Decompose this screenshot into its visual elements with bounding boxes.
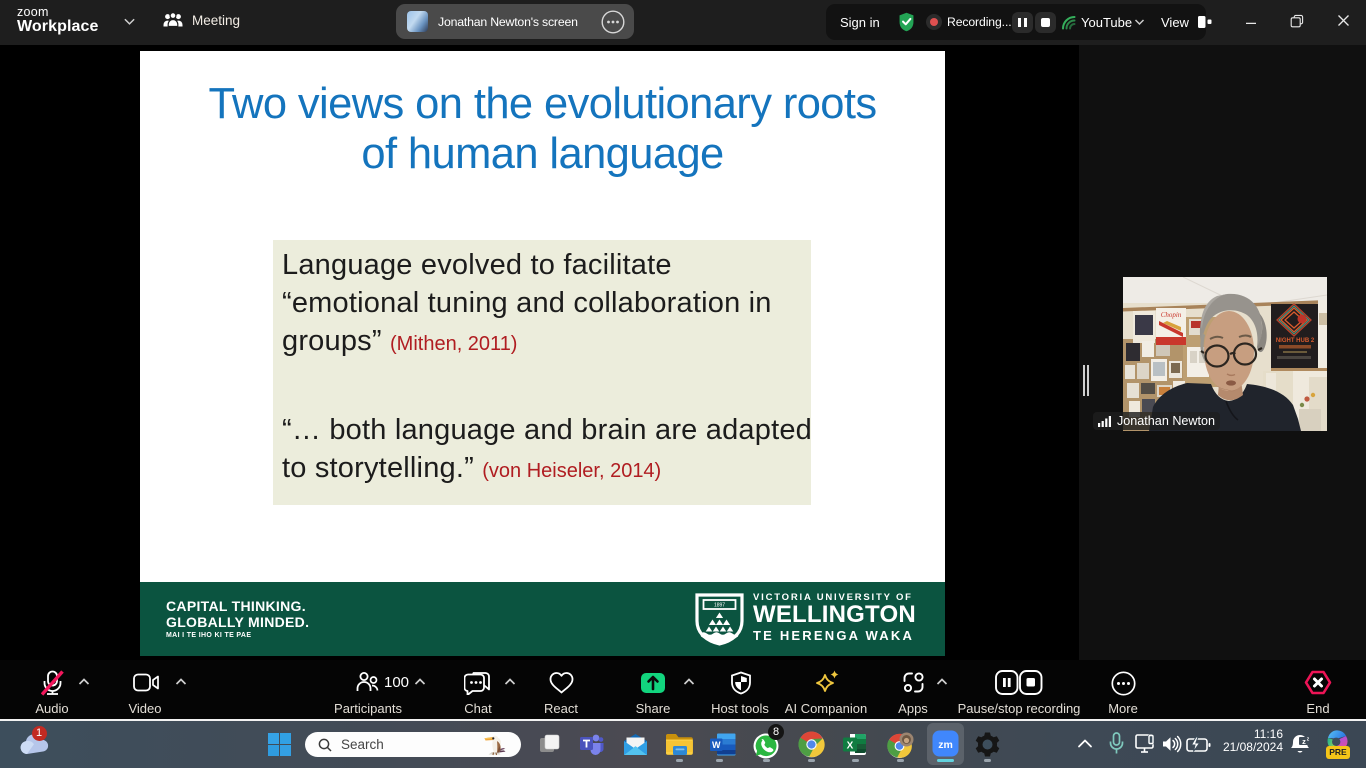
svg-text:NIGHT HUB 2: NIGHT HUB 2 (1276, 338, 1315, 344)
svg-text:z: z (1302, 737, 1306, 746)
svg-text:Chopin: Chopin (1161, 311, 1182, 319)
svg-text:1897: 1897 (714, 603, 725, 609)
svg-text:z: z (1307, 737, 1310, 743)
svg-text:zm: zm (938, 739, 953, 751)
svg-text:X: X (847, 741, 854, 752)
svg-text:W: W (712, 740, 721, 750)
